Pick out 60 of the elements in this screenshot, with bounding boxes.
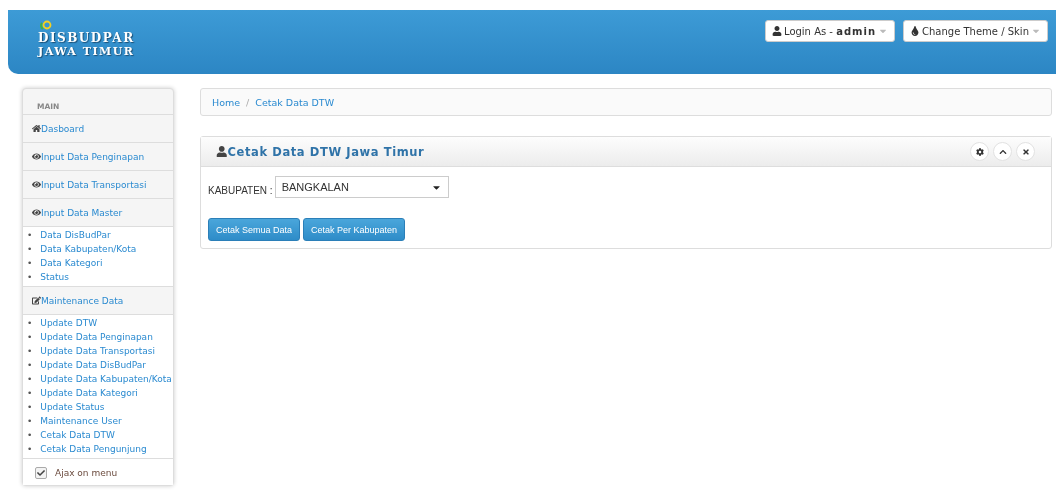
bullet: • bbox=[27, 243, 33, 256]
breadcrumb-link[interactable]: Cetak Data DTW bbox=[255, 96, 335, 108]
sidebar-item[interactable]: Input Data Penginapan bbox=[23, 143, 173, 171]
bullet: • bbox=[27, 331, 33, 344]
user-icon bbox=[216, 145, 228, 158]
sidebar-link[interactable]: Update Data Transportasi bbox=[40, 344, 156, 358]
bullet: • bbox=[27, 359, 33, 372]
settings-button[interactable] bbox=[970, 142, 989, 161]
login-dropdown[interactable]: Login As - admin bbox=[765, 20, 896, 42]
eye-icon bbox=[32, 180, 41, 189]
bullet: • bbox=[27, 443, 33, 456]
sidebar-link[interactable]: Status bbox=[40, 270, 69, 284]
sidebar-link[interactable]: Update DTW bbox=[40, 316, 98, 330]
brand-name: DISBUDPAR bbox=[38, 32, 135, 45]
eye-icon bbox=[32, 208, 41, 217]
sidebar-link[interactable]: Update Data DisBudPar bbox=[40, 358, 147, 372]
bullet: • bbox=[27, 415, 33, 428]
breadcrumb-separator: / bbox=[246, 96, 250, 108]
sidebar-link[interactable]: Update Status bbox=[40, 400, 105, 414]
checkbox-label: Ajax on menu bbox=[55, 468, 118, 478]
sidebar-item[interactable]: Dasboard bbox=[23, 115, 173, 143]
close-button[interactable] bbox=[1016, 142, 1035, 161]
bullet: • bbox=[27, 257, 33, 270]
bullet: • bbox=[27, 387, 33, 400]
print-button[interactable]: Cetak Per Kabupaten bbox=[303, 218, 406, 241]
breadcrumb-link[interactable]: Home bbox=[212, 96, 241, 108]
collapse-button[interactable] bbox=[993, 142, 1012, 161]
sidebar-link[interactable]: Cetak Data Pengunjung bbox=[40, 442, 147, 456]
sidebar-link[interactable]: Data DisBudPar bbox=[40, 228, 111, 242]
close-icon bbox=[1021, 147, 1030, 156]
settings-icon bbox=[975, 147, 984, 156]
home-icon bbox=[32, 124, 41, 133]
sidebar-link[interactable]: Data Kategori bbox=[40, 256, 103, 270]
checkbox[interactable] bbox=[35, 467, 47, 479]
field-label: KABUPATEN : bbox=[208, 183, 273, 196]
user-icon bbox=[772, 26, 782, 36]
logo-icon bbox=[38, 20, 54, 32]
sidebar-item[interactable]: Input Data Transportasi bbox=[23, 171, 173, 199]
bullet: • bbox=[27, 317, 33, 330]
brand-subtitle: JAWA TIMUR bbox=[38, 45, 135, 58]
sidebar-link[interactable]: Update Data Kabupaten/Kota bbox=[40, 372, 172, 386]
theme-dropdown[interactable]: Change Theme / Skin bbox=[903, 20, 1048, 42]
bullet: • bbox=[27, 401, 33, 414]
bullet: • bbox=[27, 373, 33, 386]
edit-icon bbox=[32, 296, 41, 305]
sidebar-link[interactable]: Data Kabupaten/Kota bbox=[40, 242, 137, 256]
bullet: • bbox=[27, 271, 33, 284]
print-button[interactable]: Cetak Semua Data bbox=[208, 218, 301, 241]
sidebar-link[interactable]: Cetak Data DTW bbox=[40, 428, 115, 442]
panel-title: Cetak Data DTW Jawa Timur bbox=[216, 144, 425, 159]
sidebar-link[interactable]: Update Data Penginapan bbox=[40, 330, 153, 344]
drop-icon bbox=[910, 26, 921, 36]
bullet: • bbox=[27, 229, 33, 242]
kabupaten-select[interactable]: BANGKALAN bbox=[274, 176, 449, 198]
chevron-up-icon bbox=[998, 147, 1007, 156]
sidebar-link[interactable]: Maintenance User bbox=[40, 414, 122, 428]
bullet: • bbox=[27, 345, 33, 358]
eye-icon bbox=[32, 152, 41, 161]
bullet: • bbox=[27, 429, 33, 442]
sidebar-link[interactable]: Update Data Kategori bbox=[40, 386, 138, 400]
